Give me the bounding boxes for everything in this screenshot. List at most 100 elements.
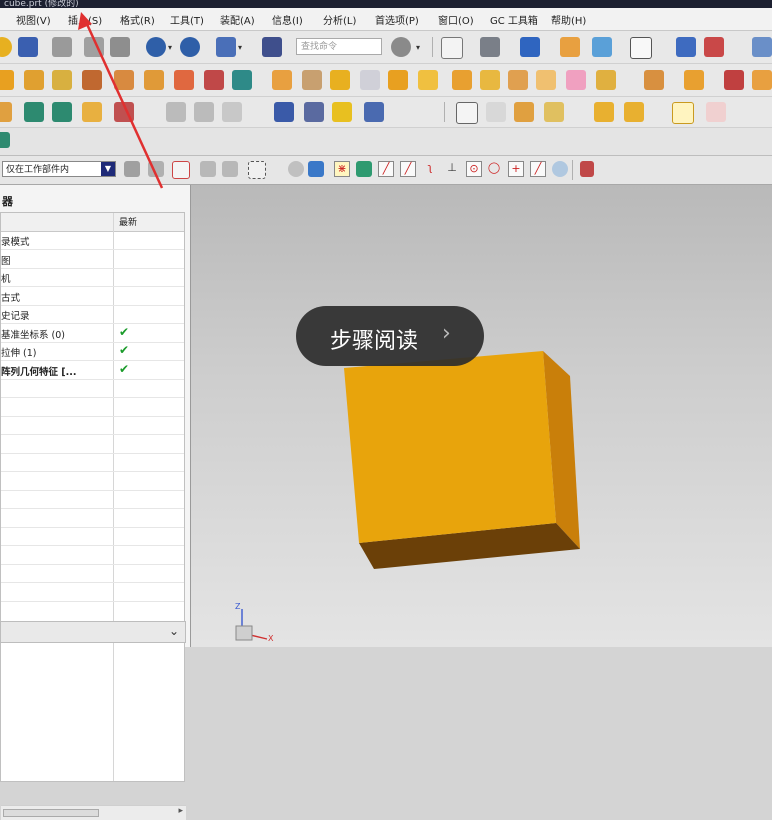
edge-blend-icon[interactable] bbox=[330, 70, 350, 90]
table-row[interactable] bbox=[1, 453, 184, 472]
edit-table-icon[interactable] bbox=[486, 102, 506, 122]
menu-insert[interactable]: 插入(S) bbox=[68, 12, 102, 27]
snap-face-icon[interactable] bbox=[552, 161, 568, 177]
chamfer-icon[interactable] bbox=[360, 70, 380, 90]
move-object-icon[interactable] bbox=[704, 37, 724, 57]
patch-icon[interactable] bbox=[724, 70, 744, 90]
pattern-feature-icon[interactable] bbox=[174, 70, 194, 90]
menu-info[interactable]: 信息(I) bbox=[272, 12, 303, 27]
split-body-icon[interactable] bbox=[508, 70, 528, 90]
draft-icon[interactable] bbox=[418, 70, 438, 90]
menu-analysis[interactable]: 分析(L) bbox=[323, 12, 356, 27]
sweep-icon[interactable] bbox=[596, 70, 616, 90]
menu-gc-toolbox[interactable]: GC 工具箱 bbox=[490, 12, 538, 27]
view-triad-icon[interactable] bbox=[288, 161, 304, 177]
snap-perpendicular-icon[interactable]: ⊥ bbox=[444, 161, 460, 177]
table-row[interactable]: 图 bbox=[1, 250, 184, 269]
table-row[interactable] bbox=[1, 527, 184, 546]
snap-point-icon[interactable] bbox=[580, 161, 594, 177]
offset-face-icon[interactable] bbox=[452, 70, 472, 90]
menu-help[interactable]: 帮助(H) bbox=[551, 12, 586, 27]
select-region-icon[interactable] bbox=[172, 161, 190, 179]
table-row[interactable]: 史记录 bbox=[1, 305, 184, 324]
scrollbar-thumb[interactable] bbox=[3, 809, 99, 817]
mirror-body-icon[interactable] bbox=[644, 70, 664, 90]
selection-scope-select[interactable]: 仅在工作部件内 ▼ bbox=[2, 161, 116, 177]
synchronous-icon[interactable] bbox=[752, 70, 772, 90]
cylinder-icon[interactable] bbox=[274, 102, 294, 122]
step-reading-button[interactable]: 步骤阅读 › bbox=[296, 306, 484, 366]
paste-icon[interactable] bbox=[110, 37, 130, 57]
table-row[interactable] bbox=[1, 379, 184, 398]
new-component-icon[interactable] bbox=[624, 102, 644, 122]
hole-icon[interactable] bbox=[52, 70, 72, 90]
wcs-icon[interactable] bbox=[676, 37, 696, 57]
layer-icon[interactable] bbox=[752, 37, 772, 57]
select-feature-icon[interactable] bbox=[200, 161, 216, 177]
column-header-latest[interactable]: 最新 bbox=[119, 215, 137, 228]
unite-icon[interactable] bbox=[204, 70, 224, 90]
angle-icon[interactable] bbox=[736, 102, 756, 122]
undo-icon[interactable] bbox=[146, 37, 166, 57]
table-row[interactable] bbox=[1, 564, 184, 583]
general-selection-icon[interactable] bbox=[124, 161, 140, 177]
text-on-face-icon[interactable] bbox=[194, 102, 214, 122]
show-solid-icon[interactable] bbox=[308, 161, 324, 177]
menu-tools[interactable]: 工具(T) bbox=[170, 12, 204, 27]
horizontal-scrollbar[interactable]: ▸ bbox=[1, 805, 186, 820]
snap-arc-icon[interactable]: ʅ bbox=[422, 161, 438, 177]
component-array-icon[interactable] bbox=[544, 102, 564, 122]
table-row[interactable] bbox=[1, 472, 184, 491]
intersect-icon[interactable] bbox=[272, 70, 292, 90]
boss-icon[interactable] bbox=[82, 70, 102, 90]
repeat-dropdown-icon[interactable]: ▾ bbox=[238, 43, 242, 52]
menu-format[interactable]: 格式(R) bbox=[120, 12, 155, 27]
menu-preferences[interactable]: 首选项(P) bbox=[375, 12, 419, 27]
snap-intersection-icon[interactable]: + bbox=[508, 161, 524, 177]
table-row[interactable] bbox=[1, 435, 184, 454]
cut-icon[interactable] bbox=[52, 37, 72, 57]
datum-csys-icon[interactable] bbox=[82, 102, 102, 122]
simple-hole-icon[interactable] bbox=[332, 102, 352, 122]
table-row[interactable] bbox=[1, 490, 184, 509]
rectangle-select-icon[interactable] bbox=[248, 161, 266, 179]
table-row[interactable] bbox=[1, 546, 184, 565]
table-row[interactable]: 阵列几何特征 [... ✔ bbox=[1, 361, 184, 380]
tube-icon[interactable] bbox=[364, 102, 384, 122]
repeat-command-icon[interactable] bbox=[216, 37, 236, 57]
datum-axis-icon[interactable] bbox=[52, 102, 72, 122]
redo-icon[interactable] bbox=[180, 37, 200, 57]
thread-icon[interactable] bbox=[536, 70, 556, 90]
touch-mode-icon[interactable] bbox=[262, 37, 282, 57]
search-dropdown-icon[interactable]: ▾ bbox=[416, 43, 420, 52]
snap-on-curve-icon[interactable]: ╱ bbox=[530, 161, 546, 177]
shell-icon[interactable] bbox=[388, 70, 408, 90]
snap-center-icon[interactable]: ⊙ bbox=[466, 161, 482, 177]
table-row[interactable]: 古式 bbox=[1, 287, 184, 306]
details-panel-header[interactable]: ⌄ bbox=[0, 621, 186, 643]
emboss-icon[interactable] bbox=[566, 70, 586, 90]
table-row[interactable] bbox=[1, 398, 184, 417]
command-search-input[interactable]: 查找命令 bbox=[296, 38, 382, 55]
pad-icon[interactable] bbox=[144, 70, 164, 90]
scroll-right-icon[interactable]: ▸ bbox=[178, 806, 183, 816]
table-row[interactable] bbox=[1, 416, 184, 435]
link-icon[interactable] bbox=[672, 102, 694, 124]
add-component-icon[interactable] bbox=[594, 102, 614, 122]
snap-line-icon[interactable]: ╱ bbox=[378, 161, 394, 177]
snap-quadrant-icon[interactable]: ◯ bbox=[486, 161, 502, 177]
chevron-down-icon[interactable]: ⌄ bbox=[169, 624, 179, 638]
show-hide-icon[interactable] bbox=[592, 37, 612, 57]
subtract-icon[interactable] bbox=[232, 70, 252, 90]
deselect-icon[interactable] bbox=[148, 161, 164, 177]
snap-endpoint-icon[interactable]: ⋇ bbox=[334, 161, 350, 177]
render-style-icon[interactable] bbox=[520, 37, 540, 57]
extrude-icon[interactable] bbox=[0, 70, 14, 90]
revolve-icon[interactable] bbox=[24, 70, 44, 90]
orient-view-icon[interactable] bbox=[480, 37, 500, 57]
table-row[interactable]: 录模式 bbox=[1, 231, 184, 250]
table-row[interactable]: 拉伸 (1) ✔ bbox=[1, 342, 184, 361]
undo-dropdown-icon[interactable]: ▾ bbox=[168, 43, 172, 52]
snap-tangent-icon[interactable]: ╱ bbox=[400, 161, 416, 177]
chevron-down-icon[interactable]: ▼ bbox=[101, 162, 115, 176]
